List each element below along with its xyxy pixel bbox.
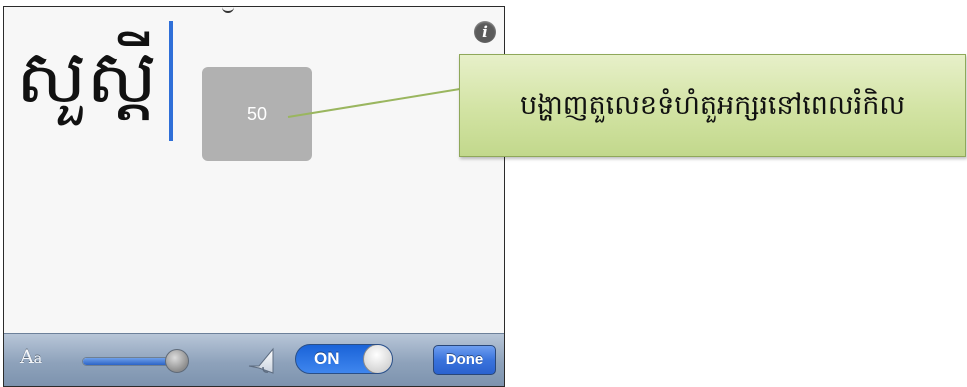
sound-toggle[interactable]: ON xyxy=(295,344,393,374)
sound-toggle-knob[interactable] xyxy=(363,345,392,373)
font-size-slider-fill xyxy=(83,358,177,365)
font-size-label-large: A xyxy=(20,346,34,368)
font-size-slider-thumb[interactable] xyxy=(165,349,190,373)
sound-toggle-label: ON xyxy=(314,349,340,368)
editor-text[interactable]: សួស្ដី xyxy=(16,27,157,127)
annotation-callout: បង្ហាញតួលេខទំហំតួអក្សរនៅពេលរំកិល xyxy=(459,54,966,157)
font-size-value: 50 xyxy=(246,104,268,124)
info-icon[interactable]: i xyxy=(474,21,496,43)
speaker-icon[interactable] xyxy=(247,345,281,375)
done-button[interactable]: Done xyxy=(433,345,496,375)
callout-text: បង្ហាញតួលេខទំហំតួអក្សរនៅពេលរំកិល xyxy=(519,90,906,121)
top-edge-mark xyxy=(222,7,234,13)
font-size-popup: 50 xyxy=(202,67,312,161)
bottom-toolbar: Aa ON Done xyxy=(4,333,504,386)
font-size-label-icon: Aa xyxy=(20,346,42,368)
phone-screen: សួស្ដី i 50 Aa ON Done xyxy=(3,6,505,387)
text-cursor xyxy=(169,21,173,141)
screenshot-stage: សួស្ដី i 50 Aa ON Done បង្ហាញតួលេខទំហំតួ… xyxy=(0,0,967,387)
font-size-label-small: a xyxy=(33,351,43,367)
